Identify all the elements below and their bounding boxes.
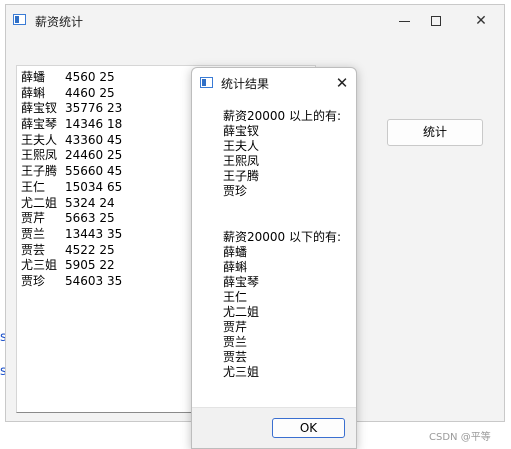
ok-button[interactable]: OK — [272, 418, 345, 438]
above-threshold-list: 薛宝钗 王夫人 王熙凤 王子腾 贾珍 — [223, 124, 341, 199]
employee-text-line: 薛蝌 4460 25 — [21, 86, 122, 102]
employee-salary-age: 55660 45 — [65, 164, 123, 179]
employee-salary-age: 4460 25 — [65, 85, 115, 100]
close-button[interactable]: ✕ — [466, 11, 496, 31]
result-name: 薛蝌 — [223, 259, 248, 274]
employee-name: 贾芹 — [21, 211, 46, 226]
employee-salary-age: 13443 35 — [65, 226, 123, 241]
result-name: 贾芹 — [223, 320, 248, 335]
maximize-button[interactable] — [421, 11, 451, 31]
result-name: 王熙凤 — [223, 154, 260, 169]
dialog-titlebar: 统计结果 ✕ — [192, 68, 356, 98]
main-window-title: 薪资统计 — [35, 15, 84, 29]
employee-name: 薛宝琴 — [21, 117, 58, 132]
close-icon: ✕ — [475, 13, 487, 29]
result-dialog: 统计结果 ✕ 薪资20000 以上的有: 薛宝钗 王夫人 王熙凤 王子腾 贾珍 薪资20… — [191, 67, 357, 449]
employee-salary-age: 5324 24 — [65, 195, 115, 210]
employee-name: 尤二姐 — [21, 195, 58, 210]
employee-name: 王仁 — [21, 179, 46, 194]
dialog-title: 统计结果 — [221, 77, 270, 91]
result-name: 贾珍 — [223, 184, 248, 199]
employee-salary-age: 5905 22 — [65, 258, 115, 273]
minimize-icon — [398, 20, 410, 22]
employee-name: 薛蝌 — [21, 85, 46, 100]
dialog-close-button[interactable]: ✕ — [331, 73, 353, 93]
minimize-button[interactable] — [389, 11, 419, 31]
employee-name: 王夫人 — [21, 132, 58, 147]
employee-salary-age: 15034 65 — [65, 179, 123, 194]
employee-text-line: 薛宝琴 14346 18 — [21, 117, 122, 133]
employee-name: 王子腾 — [21, 164, 58, 179]
employee-name: 王熙凤 — [21, 148, 58, 163]
employee-name: 贾珍 — [21, 273, 46, 288]
close-icon: ✕ — [335, 74, 349, 92]
result-name: 贾芸 — [223, 350, 248, 365]
result-name: 薛蟠 — [223, 244, 248, 259]
employee-salary-age: 24460 25 — [65, 148, 123, 163]
employee-name: 尤三姐 — [21, 258, 58, 273]
employee-salary-age: 35776 23 — [65, 101, 123, 116]
employee-text-line: 王熙凤 24460 25 — [21, 148, 122, 164]
dialog-button-bar: OK — [192, 407, 356, 448]
result-name: 薛宝钗 — [223, 124, 260, 139]
employee-salary-age: 4522 25 — [65, 242, 115, 257]
dialog-message: 薪资20000 以上的有: 薛宝钗 王夫人 王熙凤 王子腾 贾珍 薪资20000 以下的… — [223, 109, 341, 381]
employee-text-line: 贾兰 13443 35 — [21, 227, 122, 243]
result-name: 王子腾 — [223, 169, 260, 184]
employee-text-lines: 薛蟠 4560 25 薛蝌 4460 25 薛宝钗 35776 23 薛宝琴 14346 18… — [21, 70, 122, 290]
employee-text-line: 尤三姐 5905 22 — [21, 258, 122, 274]
watermark: CSDN @平等 — [429, 432, 491, 443]
employee-text-line: 贾芸 4522 25 — [21, 243, 122, 259]
employee-text-line: 尤二姐 5324 24 — [21, 196, 122, 212]
below-threshold-header: 薪资20000 以下的有: — [223, 229, 342, 244]
maximize-icon — [431, 16, 441, 26]
statistics-button[interactable]: 统计 — [387, 119, 483, 146]
employee-salary-age: 43360 45 — [65, 132, 123, 147]
result-name: 尤三姐 — [223, 365, 260, 380]
above-threshold-header: 薪资20000 以上的有: — [223, 109, 342, 123]
window-icon — [13, 14, 26, 25]
employee-text-line: 薛蟠 4560 25 — [21, 70, 122, 86]
employee-salary-age: 4560 25 — [65, 70, 115, 84]
result-name: 薛宝琴 — [223, 274, 260, 289]
main-titlebar: 薪资统计 ✕ — [6, 5, 504, 35]
employee-text-line: 王仁 15034 65 — [21, 180, 122, 196]
employee-text-line: 王子腾 55660 45 — [21, 164, 122, 180]
employee-name: 贾兰 — [21, 226, 46, 241]
result-name: 王仁 — [223, 289, 248, 304]
result-name: 贾兰 — [223, 335, 248, 350]
employee-salary-age: 14346 18 — [65, 117, 123, 132]
employee-name: 薛蟠 — [21, 70, 46, 84]
employee-text-line: 王夫人 43360 45 — [21, 133, 122, 149]
employee-text-line: 薛宝钗 35776 23 — [21, 101, 122, 117]
window-icon — [200, 77, 213, 88]
result-name: 王夫人 — [223, 139, 260, 154]
employee-name: 贾芸 — [21, 242, 46, 257]
employee-text-line: 贾珍 54603 35 — [21, 274, 122, 290]
below-threshold-list: 薛蟠 薛蝌 薛宝琴 王仁 尤二姐 贾芹 贾兰 贾芸 尤三姐 — [223, 245, 341, 381]
employee-salary-age: 54603 35 — [65, 273, 123, 288]
employee-text-line: 贾芹 5663 25 — [21, 211, 122, 227]
result-name: 尤二姐 — [223, 305, 260, 320]
employee-salary-age: 5663 25 — [65, 211, 115, 226]
employee-name: 薛宝钗 — [21, 101, 58, 116]
